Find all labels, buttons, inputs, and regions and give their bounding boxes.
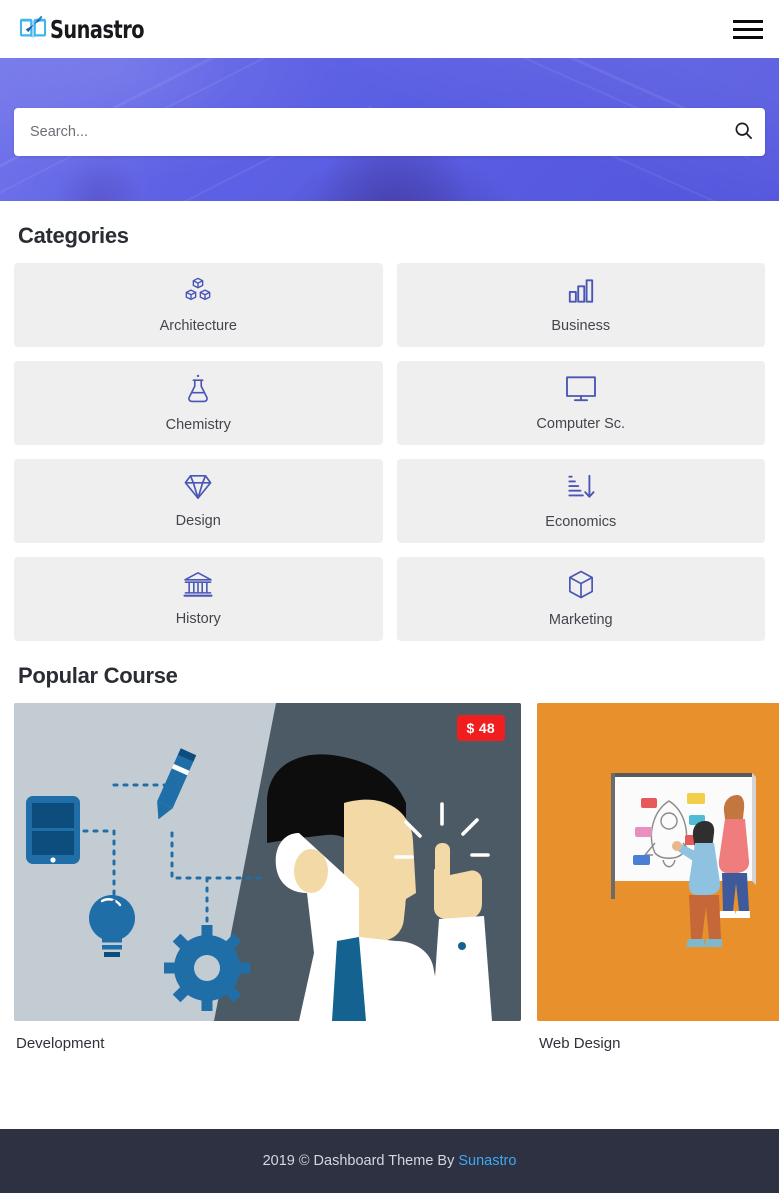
hamburger-bar — [733, 27, 763, 31]
category-label: Economics — [545, 513, 617, 530]
category-card-economics[interactable]: Economics — [396, 459, 765, 543]
desktop-monitor-icon — [565, 375, 597, 408]
category-card-business[interactable]: Business — [396, 263, 765, 347]
diamond-gem-icon — [184, 473, 212, 505]
book-pen-icon — [18, 15, 48, 43]
category-card-marketing[interactable]: Marketing — [396, 557, 765, 641]
brand-logo[interactable]: Sunastro — [18, 15, 159, 44]
course-card-development[interactable]: $ 48 Development — [14, 703, 521, 1052]
course-title: Web Design — [539, 1035, 621, 1052]
hero-banner — [0, 58, 779, 201]
category-card-history[interactable]: History — [14, 557, 383, 641]
3d-box-icon — [568, 570, 594, 604]
course-card-web-design[interactable]: Web Design — [537, 703, 779, 1052]
search-icon — [734, 121, 753, 143]
category-label: Design — [175, 513, 221, 529]
hamburger-bar — [733, 19, 763, 23]
category-label: Computer Sc. — [536, 415, 626, 432]
footer-brand-link[interactable]: Sunastro — [458, 1153, 516, 1169]
cubes-icon — [183, 277, 213, 310]
search-button[interactable] — [721, 108, 765, 156]
hamburger-menu-icon[interactable] — [731, 14, 765, 44]
page-footer: 2019 © Dashboard Theme By Sunastro — [0, 1129, 779, 1193]
categories-grid: Architecture Business Chemistry Computer… — [14, 263, 765, 641]
course-thumbnail: $ 48 — [14, 703, 521, 1021]
bar-chart-icon — [567, 277, 595, 310]
hamburger-bar — [733, 35, 763, 39]
popular-course-list: $ 48 Development Web Design — [14, 703, 779, 1052]
main-content: Categories Architecture Business Chemist… — [0, 201, 779, 1052]
category-card-computer-science[interactable]: Computer Sc. — [396, 361, 765, 445]
sort-amount-down-icon — [567, 473, 595, 506]
course-title: Development — [16, 1035, 105, 1052]
footer-copyright: 2019 © Dashboard Theme By Sunastro — [263, 1153, 517, 1169]
course-price-badge: $ 48 — [456, 715, 505, 741]
category-card-architecture[interactable]: Architecture — [14, 263, 383, 347]
category-label: Business — [551, 317, 611, 334]
category-label: History — [175, 611, 221, 627]
bank-building-icon — [183, 571, 213, 603]
category-label: Marketing — [548, 612, 613, 628]
category-label: Architecture — [159, 317, 237, 334]
app-header: Sunastro — [0, 0, 779, 58]
categories-heading: Categories — [18, 223, 129, 248]
category-label: Chemistry — [165, 416, 231, 433]
page-root: Sunastro Search... Categories Architectu… — [0, 0, 779, 1193]
brand-name: Sunastro — [50, 14, 145, 44]
search-bar — [14, 108, 765, 156]
search-input[interactable] — [14, 108, 721, 156]
category-card-chemistry[interactable]: Chemistry — [14, 361, 383, 445]
footer-copyright-text: 2019 © Dashboard Theme By — [262, 1153, 459, 1169]
category-card-design[interactable]: Design — [14, 459, 383, 543]
popular-course-heading: Popular Course — [18, 663, 178, 688]
hero-decor-figure — [55, 153, 145, 201]
course-thumbnail — [537, 703, 779, 1021]
flask-icon — [186, 374, 210, 409]
